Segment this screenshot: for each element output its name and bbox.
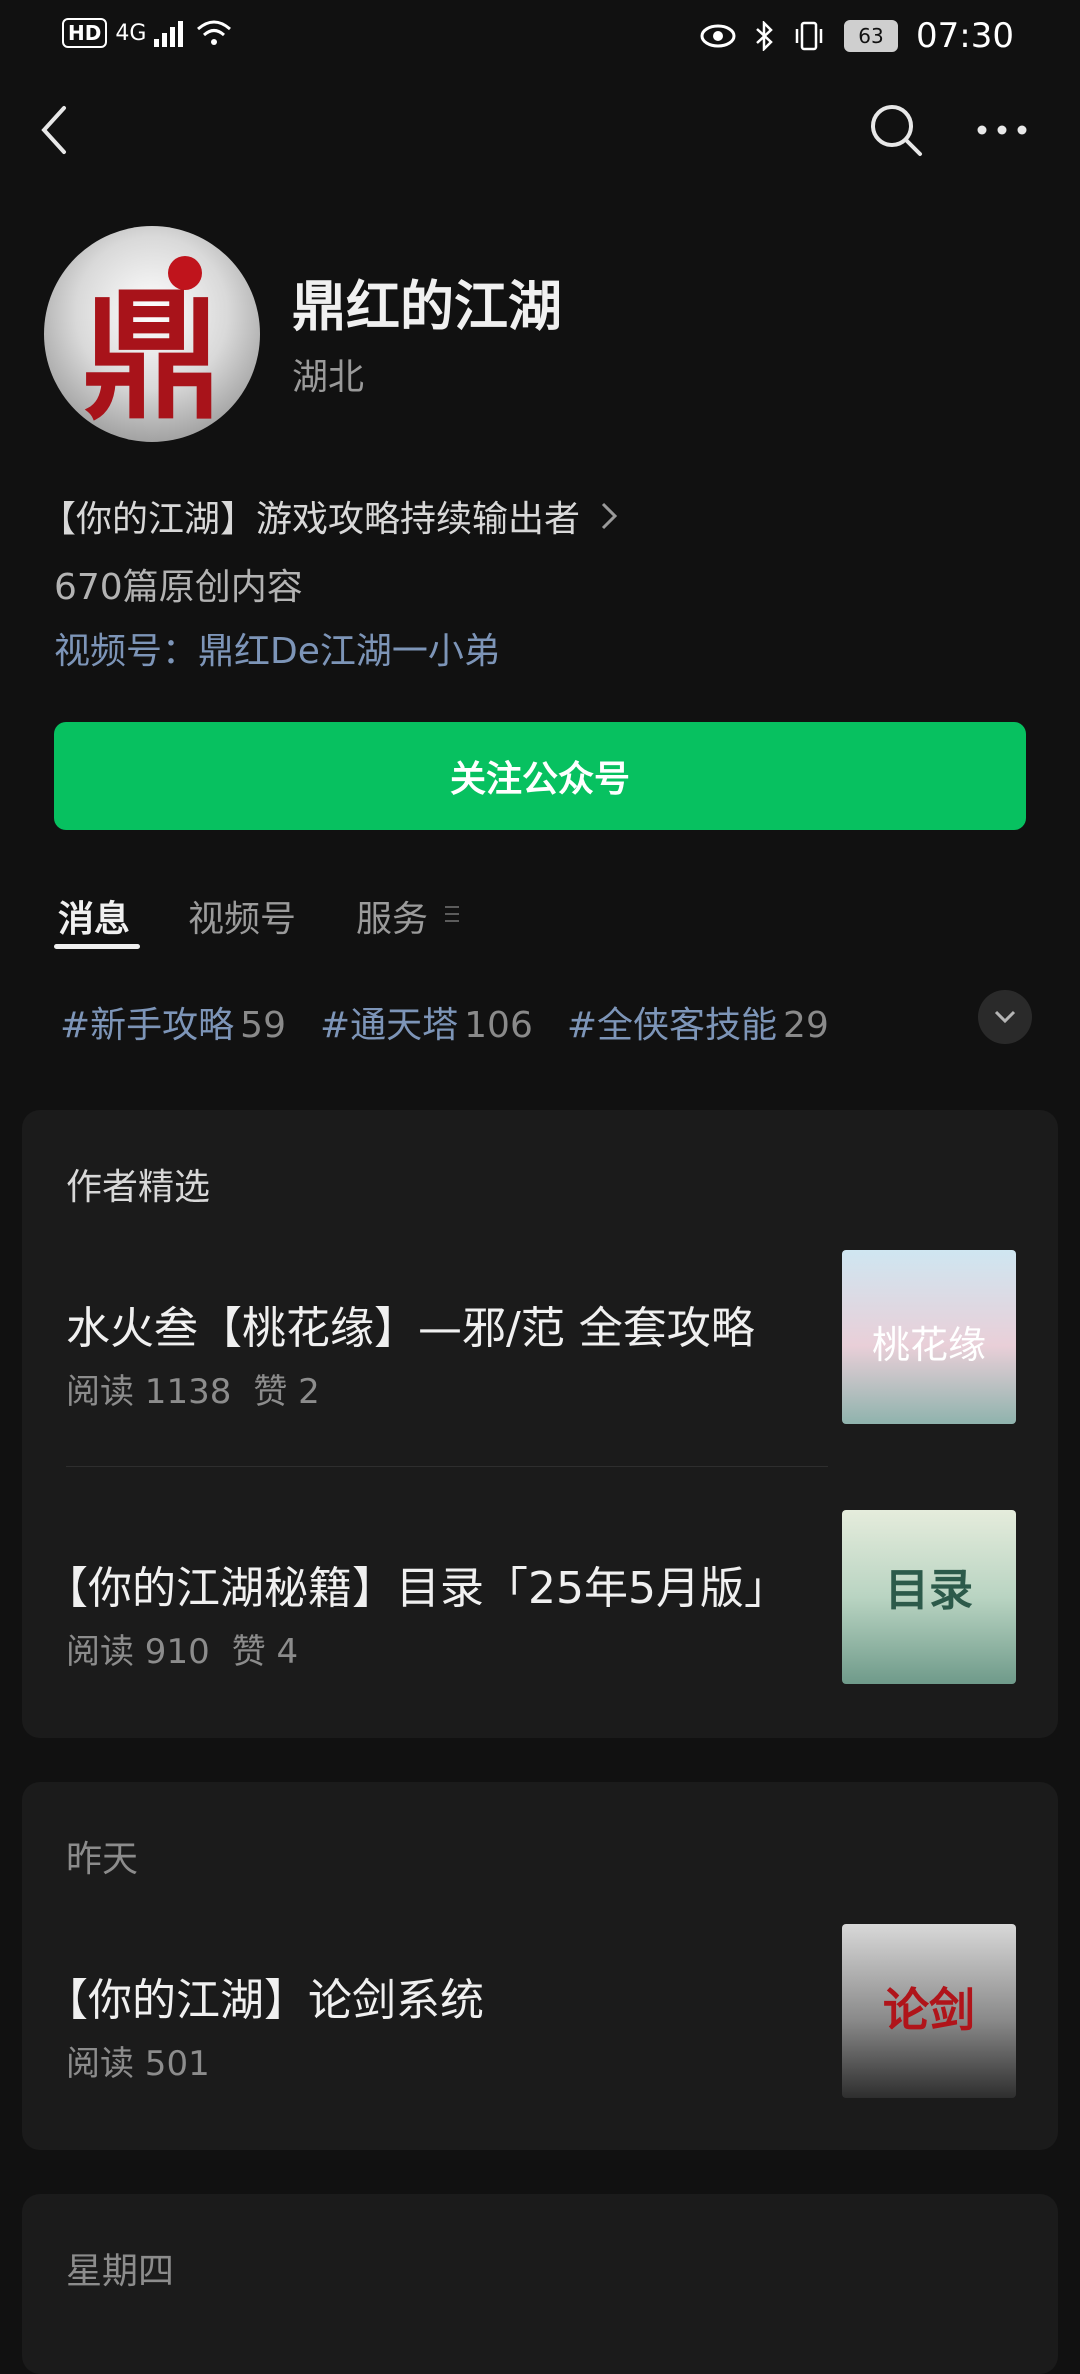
featured-card: 作者精选 水火叁【桃花缘】—邪/范 全套攻略 阅读 1138 赞 2 桃花缘 【… xyxy=(22,1110,1058,1738)
avatar-glyph: 鼎 xyxy=(81,275,222,439)
back-arrow-icon xyxy=(41,106,66,154)
tab-underline xyxy=(54,944,140,949)
follow-button[interactable]: 关注公众号 xyxy=(54,722,1026,830)
battery-indicator: 63 xyxy=(844,20,899,52)
original-count: 670篇原创内容 xyxy=(54,567,303,608)
signal-icon xyxy=(154,21,184,47)
article-title: 【你的江湖秘籍】目录「25年5月版」 xyxy=(44,1563,788,1614)
top-nav xyxy=(0,90,1080,190)
status-right: 63 07:30 xyxy=(700,16,1014,56)
article-thumbnail: 桃花缘 xyxy=(842,1250,1016,1424)
search-button[interactable] xyxy=(856,90,936,170)
hashtag-item[interactable]: #通天塔 106 xyxy=(320,996,533,1048)
back-button[interactable] xyxy=(14,90,94,170)
thursday-card: 星期四 xyxy=(22,2194,1058,2374)
divider xyxy=(66,1466,828,1467)
eye-icon xyxy=(700,24,736,48)
date-heading: 昨天 xyxy=(66,1839,139,1880)
chevron-down-icon xyxy=(994,1010,1016,1024)
tab-messages[interactable]: 消息 xyxy=(58,890,130,942)
date-heading: 星期四 xyxy=(66,2251,175,2292)
article-meta: 阅读 910 赞 4 xyxy=(66,1632,299,1672)
menu-lines-icon xyxy=(445,906,459,922)
article-title: 水火叁【桃花缘】—邪/范 全套攻略 xyxy=(66,1303,755,1354)
network-label: 4G xyxy=(115,20,147,46)
clock: 07:30 xyxy=(916,16,1014,56)
thumbnail-text: 目录 xyxy=(885,1565,973,1616)
account-region: 湖北 xyxy=(292,357,365,398)
more-dots-icon xyxy=(977,125,1027,135)
hashtag-item[interactable]: #新手攻略 59 xyxy=(60,996,286,1048)
bluetooth-icon xyxy=(756,21,773,51)
wifi-icon xyxy=(197,20,232,45)
hd-badge: HD xyxy=(62,18,108,48)
status-left: HD 4G xyxy=(62,18,232,48)
intro-text: 【你的江湖】游戏攻略持续输出者 xyxy=(40,499,581,540)
featured-title: 作者精选 xyxy=(66,1167,211,1208)
article-thumbnail: 论剑 xyxy=(842,1924,1016,2098)
expand-tags-button[interactable] xyxy=(978,990,1032,1044)
tab-channels[interactable]: 视频号 xyxy=(188,890,296,942)
status-bar: HD 4G 63 07:30 xyxy=(0,0,1080,72)
search-icon xyxy=(871,105,922,156)
article-item[interactable]: 水火叁【桃花缘】—邪/范 全套攻略 阅读 1138 赞 2 桃花缘 xyxy=(22,1250,1058,1450)
chevron-right-icon xyxy=(601,502,618,530)
article-meta: 阅读 501 xyxy=(66,2044,210,2084)
vibrate-icon xyxy=(795,21,823,51)
article-item[interactable]: 【你的江湖秘籍】目录「25年5月版」 阅读 910 赞 4 目录 xyxy=(22,1510,1058,1710)
thumbnail-text: 论剑 xyxy=(883,1983,975,2037)
more-button[interactable] xyxy=(962,90,1042,170)
hashtag-row: #新手攻略 59 #通天塔 106 #全侠客技能 29 xyxy=(60,996,829,1048)
account-name: 鼎红的江湖 xyxy=(292,275,562,338)
article-item[interactable]: 【你的江湖】论剑系统 阅读 501 论剑 xyxy=(22,1924,1058,2104)
avatar[interactable]: 鼎 xyxy=(44,226,260,442)
hashtag-item[interactable]: #全侠客技能 29 xyxy=(567,996,829,1048)
account-intro[interactable]: 【你的江湖】游戏攻略持续输出者 xyxy=(40,490,618,542)
article-title: 【你的江湖】论剑系统 xyxy=(44,1975,484,2026)
yesterday-card: 昨天 【你的江湖】论剑系统 阅读 501 论剑 xyxy=(22,1782,1058,2150)
article-meta: 阅读 1138 赞 2 xyxy=(66,1372,320,1412)
channel-link[interactable]: 视频号：鼎红De江湖一小弟 xyxy=(54,622,500,674)
thumbnail-text: 桃花缘 xyxy=(871,1323,986,1367)
tab-services[interactable]: 服务 xyxy=(356,890,428,942)
article-thumbnail: 目录 xyxy=(842,1510,1016,1684)
